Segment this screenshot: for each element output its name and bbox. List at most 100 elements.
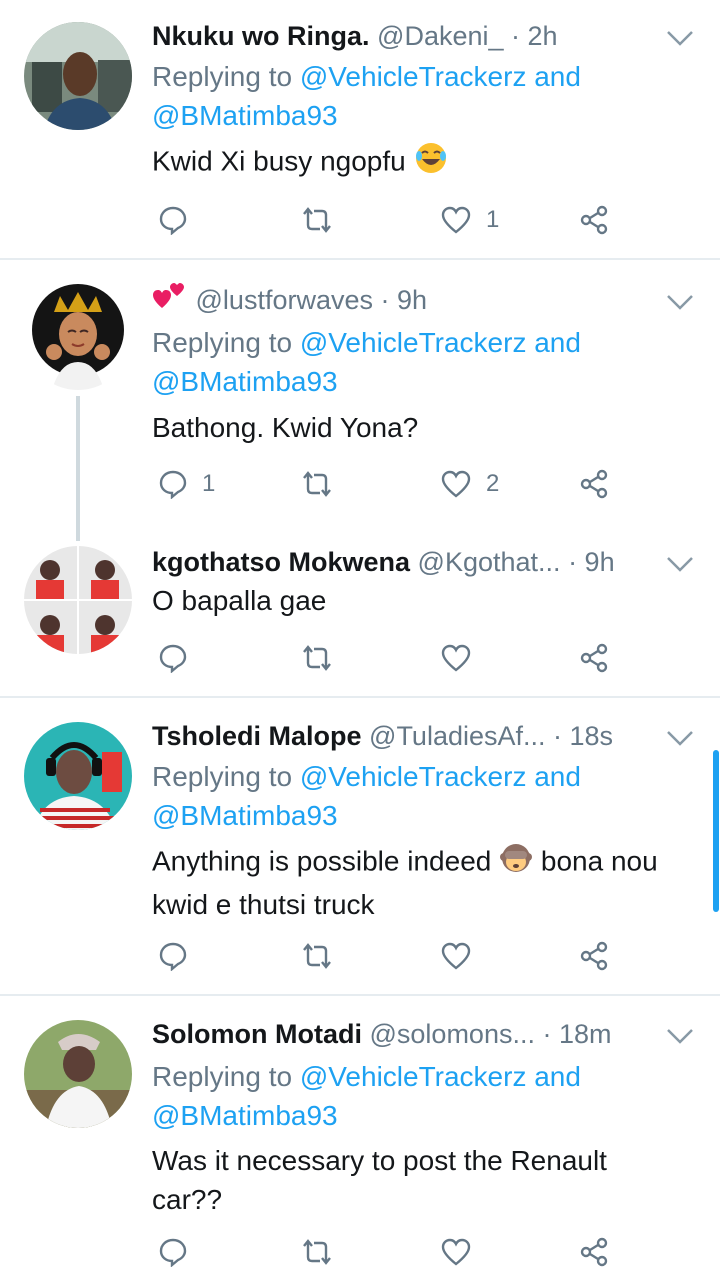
- display-name[interactable]: kgothatso Mokwena: [152, 547, 410, 577]
- reply-icon: [159, 206, 187, 235]
- chevron-down-icon[interactable]: [664, 26, 696, 50]
- like-button[interactable]: 2: [440, 464, 499, 504]
- replying-to: Replying to @VehicleTrackerz and @BMatim…: [152, 757, 692, 835]
- like-button[interactable]: [440, 1232, 472, 1272]
- share-button[interactable]: [578, 936, 610, 976]
- share-button[interactable]: [578, 1232, 610, 1272]
- reply-count: 1: [202, 470, 216, 497]
- tweet-actions: [152, 638, 672, 678]
- retweet-icon: [303, 943, 331, 969]
- share-button[interactable]: [578, 200, 610, 240]
- retweet-button[interactable]: [300, 638, 348, 678]
- mention-link[interactable]: @VehicleTrackerz: [300, 327, 527, 358]
- user-handle[interactable]: @TuladiesAf...: [369, 721, 545, 751]
- retweet-button[interactable]: [300, 200, 348, 240]
- display-name[interactable]: Solomon Motadi: [152, 1019, 362, 1049]
- tweet-actions: 1: [152, 200, 672, 240]
- display-name[interactable]: Tsholedi Malope: [152, 721, 362, 751]
- chevron-down-icon[interactable]: [664, 552, 696, 576]
- retweet-icon: [303, 1239, 331, 1265]
- replying-to: Replying to @VehicleTrackerz and @BMatim…: [152, 57, 692, 135]
- reply-icon: [159, 644, 187, 673]
- like-button[interactable]: 1: [440, 200, 499, 240]
- tweet-5[interactable]: Solomon Motadi @solomons... · 18m Replyi…: [0, 998, 720, 1267]
- share-button[interactable]: [578, 638, 610, 678]
- scrollbar[interactable]: [713, 750, 719, 912]
- replying-to: Replying to @VehicleTrackerz and @BMatim…: [152, 1057, 692, 1135]
- avatar[interactable]: [24, 546, 132, 654]
- replying-and[interactable]: and: [526, 1061, 581, 1092]
- chevron-down-icon[interactable]: [664, 726, 696, 750]
- mention-link[interactable]: @VehicleTrackerz: [300, 1061, 527, 1092]
- tweet-text: Bathong. Kwid Yona?: [152, 408, 712, 447]
- like-icon: [441, 644, 471, 672]
- retweet-button[interactable]: [300, 936, 348, 976]
- tweet-header: Tsholedi Malope @TuladiesAf... · 18s: [152, 716, 630, 756]
- tweet-text-body: Was it necessary to post the Renault: [152, 1145, 607, 1176]
- share-icon: [580, 205, 608, 235]
- tweet-text: Kwid Xi busy ngopfu: [152, 141, 712, 185]
- timestamp[interactable]: · 9h: [568, 547, 615, 577]
- like-button[interactable]: [440, 638, 486, 678]
- tweet-header: Nkuku wo Ringa. @Dakeni_ · 2h: [152, 16, 630, 56]
- retweet-icon: [303, 645, 331, 671]
- share-icon: [580, 643, 608, 673]
- retweet-button[interactable]: [300, 464, 348, 504]
- like-button[interactable]: [440, 936, 486, 976]
- replying-prefix: Replying to: [152, 61, 300, 92]
- tweet-2[interactable]: @lustforwaves · 9h Replying to @VehicleT…: [0, 262, 720, 524]
- mention-link[interactable]: @BMatimba93: [152, 800, 338, 831]
- tweet-3[interactable]: kgothatso Mokwena @Kgothat... · 9h O bap…: [0, 530, 720, 696]
- tweet-text-body: Anything is possible indeed: [152, 845, 492, 877]
- user-handle[interactable]: @lustforwaves: [196, 285, 373, 315]
- tweet-actions: [152, 936, 672, 976]
- tweet-1[interactable]: Nkuku wo Ringa. @Dakeni_ · 2h Replying t…: [0, 0, 720, 258]
- tweet-4[interactable]: Tsholedi Malope @TuladiesAf... · 18s Rep…: [0, 700, 720, 994]
- joy-emoji-icon: [414, 141, 448, 185]
- mention-link[interactable]: @BMatimba93: [152, 366, 338, 397]
- chevron-down-icon[interactable]: [664, 290, 696, 314]
- reply-icon: [159, 942, 187, 971]
- user-handle[interactable]: @Kgothat...: [418, 547, 561, 577]
- replying-and[interactable]: and: [526, 61, 581, 92]
- tweet-text: Anything is possible indeed bona nou kwi…: [152, 841, 712, 924]
- mention-link[interactable]: @VehicleTrackerz: [300, 761, 527, 792]
- display-name[interactable]: Nkuku wo Ringa.: [152, 21, 370, 51]
- replying-prefix: Replying to: [152, 327, 300, 358]
- avatar[interactable]: [24, 282, 132, 390]
- mention-link[interactable]: @BMatimba93: [152, 100, 338, 131]
- mention-link[interactable]: @BMatimba93: [152, 1100, 338, 1131]
- timestamp[interactable]: · 2h: [511, 21, 558, 51]
- reply-button[interactable]: [158, 638, 202, 678]
- timestamp[interactable]: · 18s: [553, 721, 613, 751]
- share-icon: [580, 1237, 608, 1267]
- tweet-text-body: Bathong. Kwid Yona?: [152, 412, 419, 443]
- mention-link[interactable]: @VehicleTrackerz: [300, 61, 527, 92]
- user-handle[interactable]: @Dakeni_: [377, 21, 503, 51]
- user-handle[interactable]: @solomons...: [370, 1019, 535, 1049]
- reply-button[interactable]: 1: [158, 464, 215, 504]
- tweet-actions: 1 2: [152, 464, 672, 504]
- replying-prefix: Replying to: [152, 1061, 300, 1092]
- replying-and[interactable]: and: [526, 761, 581, 792]
- reply-button[interactable]: [158, 1232, 188, 1272]
- retweet-icon: [303, 471, 331, 497]
- avatar[interactable]: [24, 22, 132, 130]
- share-button[interactable]: [578, 464, 610, 504]
- reply-button[interactable]: [158, 200, 202, 240]
- avatar[interactable]: [24, 722, 132, 830]
- reply-button[interactable]: [158, 936, 202, 976]
- chevron-down-icon[interactable]: [664, 1024, 696, 1048]
- timestamp[interactable]: · 9h: [381, 285, 428, 315]
- like-icon: [441, 942, 471, 970]
- retweet-button[interactable]: [300, 1232, 334, 1272]
- timestamp[interactable]: · 18m: [542, 1019, 611, 1049]
- avatar[interactable]: [24, 1020, 132, 1128]
- replying-and[interactable]: and: [526, 327, 581, 358]
- divider: [0, 994, 720, 996]
- reply-icon: [159, 470, 187, 499]
- like-icon: [441, 206, 471, 234]
- like-icon: [441, 1238, 471, 1266]
- divider: [0, 258, 720, 260]
- tweet-text-body: Kwid Xi busy ngopfu: [152, 145, 406, 177]
